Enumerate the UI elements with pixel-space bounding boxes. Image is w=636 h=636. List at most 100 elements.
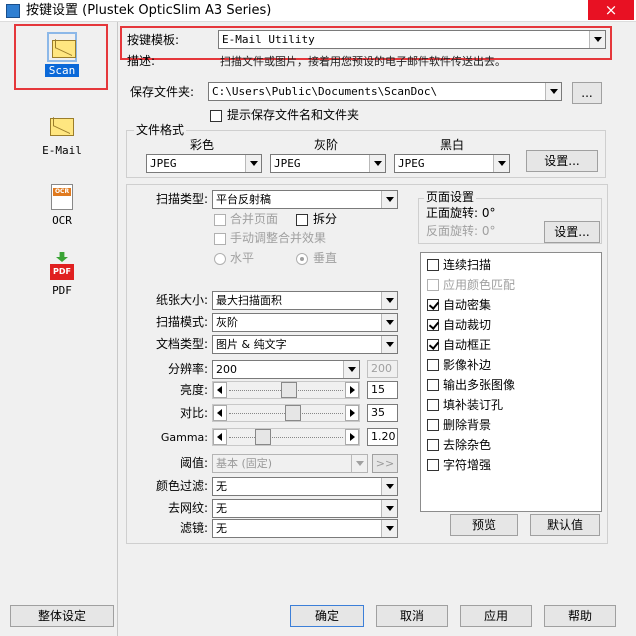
preview-button[interactable]: 预览 [450, 514, 518, 536]
nav-item-scan[interactable]: Scan [20, 32, 104, 77]
nav-item-pdf[interactable]: PDF PDF [20, 252, 104, 297]
chevron-down-icon[interactable] [589, 31, 605, 48]
color-format-select[interactable]: JPEG [146, 154, 262, 173]
merge-pages-checkbox[interactable] [214, 214, 226, 226]
scan-mode-select[interactable]: 灰阶 [212, 313, 398, 332]
gray-format-select[interactable]: JPEG [270, 154, 386, 173]
chevron-down-icon[interactable] [381, 191, 397, 208]
option-checkbox[interactable] [427, 379, 439, 391]
ok-button[interactable]: 确定 [290, 605, 364, 627]
color-format-value: JPEG [150, 157, 177, 170]
slider-right-arrow-icon[interactable] [345, 405, 359, 421]
horizontal-radio[interactable] [214, 253, 226, 265]
option-label: 应用颜色匹配 [443, 278, 516, 292]
color-filter-label: 颜色过滤: [155, 479, 208, 493]
chevron-down-icon[interactable] [381, 292, 397, 309]
doc-type-label: 文档类型: [155, 337, 208, 351]
contrast-label: 对比: [179, 406, 208, 420]
color-filter-value: 无 [216, 480, 227, 493]
bw-format-select[interactable]: JPEG [394, 154, 510, 173]
chevron-down-icon[interactable] [381, 314, 397, 331]
slider-left-arrow-icon[interactable] [213, 405, 227, 421]
option-checkbox[interactable] [427, 419, 439, 431]
save-folder-label: 保存文件夹: [130, 85, 195, 99]
back-rotation-label: 反面旋转: 0° [426, 224, 496, 238]
apply-button[interactable]: 应用 [460, 605, 532, 627]
manual-merge-checkbox[interactable] [214, 233, 226, 245]
resolution-select[interactable]: 200 [212, 360, 360, 379]
chevron-down-icon[interactable] [545, 83, 561, 100]
nav-label-email: E-Mail [42, 144, 82, 157]
scan-type-select[interactable]: 平台反射稿 [212, 190, 398, 209]
option-checkbox[interactable] [427, 279, 439, 291]
brightness-value[interactable]: 15 [367, 381, 398, 399]
contrast-slider[interactable] [212, 404, 360, 422]
close-button[interactable]: × [588, 0, 634, 20]
slider-left-arrow-icon[interactable] [213, 382, 227, 398]
option-label: 删除背景 [443, 418, 492, 432]
vertical-radio[interactable] [296, 253, 308, 265]
browse-folder-button[interactable]: ... [572, 82, 602, 104]
color-filter-select[interactable]: 无 [212, 477, 398, 496]
option-checkbox[interactable] [427, 459, 439, 471]
option-label: 填补装订孔 [443, 398, 504, 412]
scan-envelope-icon [47, 32, 77, 62]
option-checkbox[interactable] [427, 399, 439, 411]
split-label: 拆分 [313, 212, 338, 226]
gamma-value[interactable]: 1.20 [367, 428, 398, 446]
help-button[interactable]: 帮助 [544, 605, 616, 627]
gamma-slider[interactable] [212, 428, 360, 446]
brightness-slider-thumb[interactable] [280, 382, 297, 398]
gamma-slider-thumb[interactable] [255, 429, 272, 445]
slider-right-arrow-icon[interactable] [345, 382, 359, 398]
chevron-down-icon[interactable] [245, 155, 261, 172]
pdf-document-icon: PDF [47, 252, 77, 282]
contrast-value[interactable]: 35 [367, 404, 398, 422]
option-checkbox[interactable] [427, 339, 439, 351]
descreen-label: 去网纹: [167, 501, 208, 515]
cancel-button[interactable]: 取消 [376, 605, 448, 627]
option-checkbox[interactable] [427, 359, 439, 371]
option-checkbox[interactable] [427, 319, 439, 331]
chevron-down-icon[interactable] [369, 155, 385, 172]
default-button[interactable]: 默认值 [530, 514, 600, 536]
option-checkbox[interactable] [427, 299, 439, 311]
brightness-slider[interactable] [212, 381, 360, 399]
slider-left-arrow-icon[interactable] [213, 429, 227, 445]
split-checkbox[interactable] [296, 214, 308, 226]
template-select[interactable]: E-Mail Utility [218, 30, 606, 49]
page-settings-button[interactable]: 设置... [544, 221, 600, 243]
chevron-down-icon[interactable] [381, 520, 397, 537]
nav-label-scan: Scan [44, 64, 80, 77]
gray-format-label: 灰阶 [314, 138, 339, 152]
filter-select[interactable]: 无 [212, 519, 398, 538]
global-settings-button[interactable]: 整体设定 [10, 605, 114, 627]
option-checkbox[interactable] [427, 439, 439, 451]
gamma-label: Gamma: [160, 431, 208, 444]
merge-pages-label: 合并页面 [230, 212, 279, 226]
nav-item-email[interactable]: E-Mail [20, 112, 104, 157]
description-label: 描述: [127, 54, 156, 68]
chevron-down-icon[interactable] [381, 336, 397, 353]
nav-label-pdf: PDF [52, 284, 72, 297]
descreen-select[interactable]: 无 [212, 499, 398, 518]
nav-item-ocr[interactable]: OCR OCR [20, 182, 104, 227]
brightness-label: 亮度: [179, 383, 208, 397]
prompt-save-checkbox[interactable] [210, 110, 222, 122]
chevron-down-icon[interactable] [493, 155, 509, 172]
paper-size-select[interactable]: 最大扫描面积 [212, 291, 398, 310]
chevron-down-icon[interactable] [351, 455, 367, 472]
save-folder-select[interactable]: C:\Users\Public\Documents\ScanDoc\ [208, 82, 562, 101]
horizontal-label: 水平 [230, 251, 255, 265]
chevron-down-icon[interactable] [381, 478, 397, 495]
slider-right-arrow-icon[interactable] [345, 429, 359, 445]
format-settings-button[interactable]: 设置... [526, 150, 598, 172]
threshold-select[interactable]: 基本 (固定) [212, 454, 368, 473]
chevron-down-icon[interactable] [343, 361, 359, 378]
window-title: 按键设置 (Plustek OpticSlim A3 Series) [26, 3, 272, 18]
threshold-expand-button[interactable]: >> [372, 454, 398, 473]
contrast-slider-thumb[interactable] [284, 405, 301, 421]
chevron-down-icon[interactable] [381, 500, 397, 517]
option-checkbox[interactable] [427, 259, 439, 271]
doc-type-select[interactable]: 图片 & 纯文字 [212, 335, 398, 354]
